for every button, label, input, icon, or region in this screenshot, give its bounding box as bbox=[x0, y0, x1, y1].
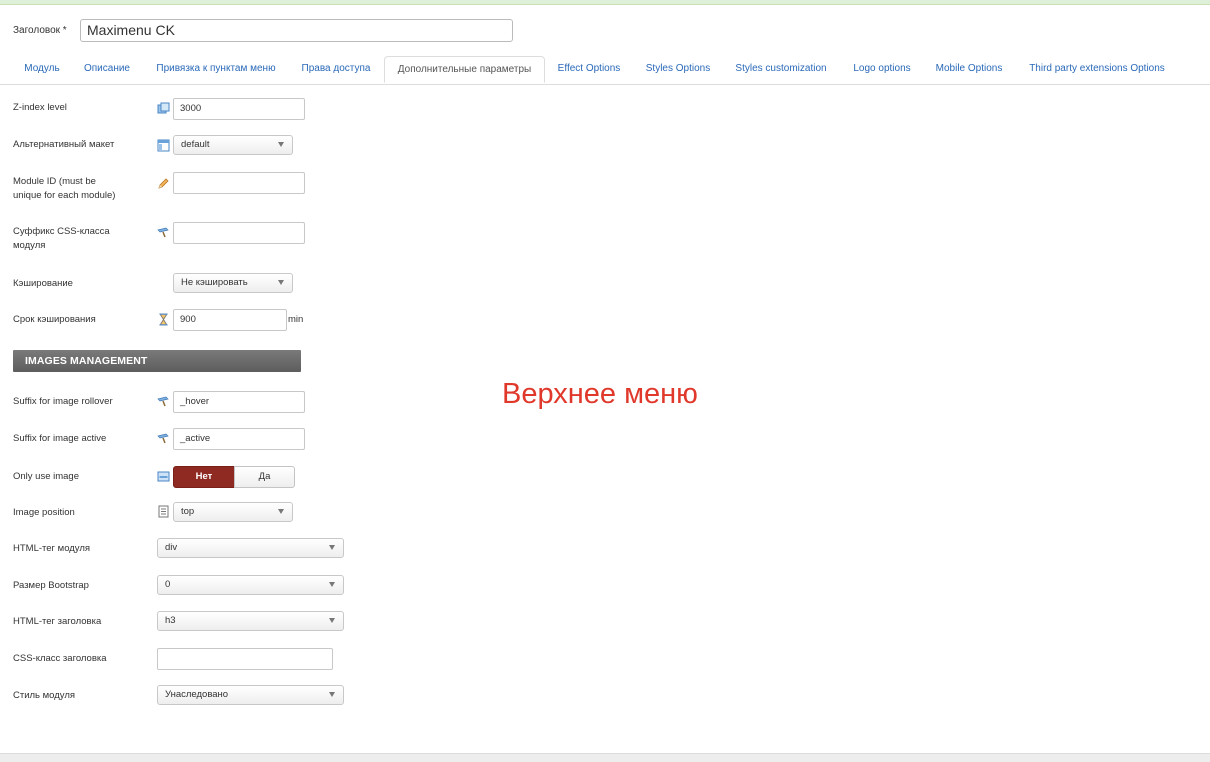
module-id-label: Module ID (must be unique for each modul… bbox=[13, 175, 115, 203]
system-message-bar bbox=[0, 0, 1210, 5]
tab-permissions[interactable]: Права доступа bbox=[292, 56, 380, 83]
css-suffix-input[interactable] bbox=[173, 222, 305, 244]
rollover-suffix-label: Suffix for image rollover bbox=[13, 396, 113, 407]
active-suffix-input[interactable]: _active bbox=[173, 428, 305, 450]
cache-time-unit: min bbox=[288, 314, 304, 325]
html-tag-select[interactable]: div bbox=[157, 538, 344, 558]
header-tag-select-value: h3 bbox=[165, 615, 176, 626]
zindex-label: Z-index level bbox=[13, 102, 67, 113]
chevron-down-icon bbox=[329, 692, 335, 697]
layers-icon bbox=[157, 102, 170, 115]
image-position-label: Image position bbox=[13, 507, 75, 518]
title-label: Заголовок * bbox=[13, 25, 67, 36]
image-position-select[interactable]: top bbox=[173, 502, 293, 522]
module-style-label: Стиль модуля bbox=[13, 690, 76, 701]
tab-bar: Модуль Описание Привязка к пунктам меню … bbox=[0, 56, 1210, 85]
annotation-text: Верхнее меню bbox=[502, 378, 698, 410]
module-style-select-value: Унаследовано bbox=[165, 689, 229, 700]
header-class-input[interactable] bbox=[157, 648, 333, 670]
caching-select-value: Не кэшировать bbox=[181, 277, 248, 288]
html-tag-select-value: div bbox=[165, 542, 178, 553]
css-suffix-label-line1: Суффикс CSS-класса bbox=[13, 226, 110, 237]
module-id-label-line1: Module ID (must be bbox=[13, 176, 96, 187]
only-image-yes-button[interactable]: Да bbox=[234, 466, 295, 488]
tab-styles-options[interactable]: Styles Options bbox=[636, 56, 720, 83]
html-tag-label: HTML-тег модуля bbox=[13, 543, 91, 554]
brush-icon bbox=[157, 432, 170, 445]
chevron-down-icon bbox=[329, 545, 335, 550]
layout-icon bbox=[157, 139, 170, 152]
layout-select[interactable]: default bbox=[173, 135, 293, 155]
module-style-select[interactable]: Унаследовано bbox=[157, 685, 344, 705]
tab-third-party-options[interactable]: Third party extensions Options bbox=[1018, 56, 1176, 83]
images-management-header: IMAGES MANAGEMENT bbox=[13, 350, 301, 372]
image-icon bbox=[157, 470, 170, 483]
tab-effect-options[interactable]: Effect Options bbox=[548, 56, 630, 83]
chevron-down-icon bbox=[278, 280, 284, 285]
caching-select[interactable]: Не кэшировать bbox=[173, 273, 293, 293]
bootstrap-size-select-value: 0 bbox=[165, 579, 171, 590]
hourglass-icon bbox=[157, 313, 170, 326]
tab-menu-assignment[interactable]: Привязка к пунктам меню bbox=[143, 56, 289, 83]
only-image-label: Only use image bbox=[13, 471, 80, 482]
module-id-input[interactable] bbox=[173, 172, 305, 194]
tab-styles-customization[interactable]: Styles customization bbox=[726, 56, 836, 83]
tab-advanced[interactable]: Дополнительные параметры bbox=[384, 56, 545, 83]
caching-label: Кэширование bbox=[13, 278, 73, 289]
chevron-down-icon bbox=[329, 618, 335, 623]
chevron-down-icon bbox=[278, 509, 284, 514]
chevron-down-icon bbox=[329, 582, 335, 587]
css-suffix-label-line2: модуля bbox=[13, 240, 46, 251]
pencil-icon bbox=[157, 177, 170, 190]
header-tag-label: HTML-тег заголовка bbox=[13, 616, 102, 627]
module-id-label-line2: unique for each module) bbox=[13, 190, 116, 201]
bootstrap-size-label: Размер Bootstrap bbox=[13, 580, 89, 591]
tab-module[interactable]: Модуль bbox=[12, 56, 72, 83]
active-suffix-label: Suffix for image active bbox=[13, 433, 107, 444]
cache-time-input[interactable]: 900 bbox=[173, 309, 287, 331]
list-icon bbox=[157, 505, 170, 518]
only-image-toggle: Нет Да bbox=[173, 466, 295, 488]
only-image-no-button[interactable]: Нет bbox=[173, 466, 235, 488]
title-input[interactable]: Maximenu CK bbox=[80, 19, 513, 42]
bootstrap-size-select[interactable]: 0 bbox=[157, 575, 344, 595]
tab-logo-options[interactable]: Logo options bbox=[844, 56, 920, 83]
css-suffix-label: Суффикс CSS-класса модуля bbox=[13, 225, 110, 253]
layout-label: Альтернативный макет bbox=[13, 139, 115, 150]
header-tag-select[interactable]: h3 bbox=[157, 611, 344, 631]
rollover-suffix-input[interactable]: _hover bbox=[173, 391, 305, 413]
tab-description[interactable]: Описание bbox=[74, 56, 140, 83]
zindex-input[interactable]: 3000 bbox=[173, 98, 305, 120]
chevron-down-icon bbox=[278, 142, 284, 147]
brush-icon bbox=[157, 226, 170, 239]
brush-icon bbox=[157, 395, 170, 408]
image-position-select-value: top bbox=[181, 506, 195, 517]
tab-mobile-options[interactable]: Mobile Options bbox=[926, 56, 1012, 83]
cache-time-label: Срок кэширования bbox=[13, 314, 96, 325]
layout-select-value: default bbox=[181, 139, 210, 150]
header-class-label: CSS-класс заголовка bbox=[13, 653, 107, 664]
